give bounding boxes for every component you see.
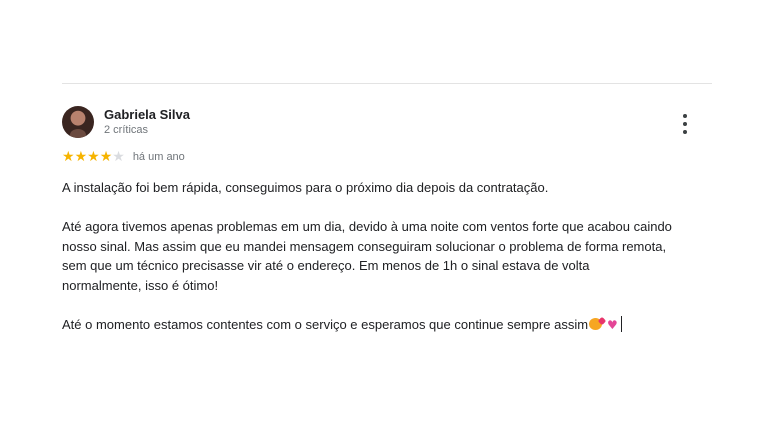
divider xyxy=(62,83,712,84)
menu-dot xyxy=(683,130,687,134)
avatar[interactable] xyxy=(62,106,94,138)
review-paragraph: Até agora tivemos apenas problemas em um… xyxy=(62,219,672,293)
star-icon: ★ xyxy=(62,149,75,165)
star-rating: ★ ★ ★ ★ ★ há um ano xyxy=(62,149,185,165)
review-text: A instalação foi bem rápida, conseguimos… xyxy=(62,178,672,336)
star-icon: ★ xyxy=(87,149,100,165)
menu-dot xyxy=(683,122,687,126)
review-paragraph-text: Até o momento estamos contentes com o se… xyxy=(62,317,589,333)
menu-dot xyxy=(683,114,687,118)
smiling-face-with-hearts-emoji-icon xyxy=(589,318,603,331)
pink-heart-emoji-icon: ♥ xyxy=(607,318,618,333)
star-icon: ★ xyxy=(112,149,125,165)
review-paragraph: A instalação foi bem rápida, conseguimos… xyxy=(62,180,549,195)
more-vert-icon[interactable] xyxy=(678,114,692,134)
review-paragraph-last: Até o momento estamos contentes com o se… xyxy=(62,315,672,336)
reviewer-name[interactable]: Gabriela Silva xyxy=(104,107,190,122)
review-date: há um ano xyxy=(132,151,185,163)
text-cursor xyxy=(620,316,622,333)
star-icon: ★ xyxy=(74,149,88,165)
star-icon: ★ xyxy=(99,149,113,165)
reviewer-review-count: 2 críticas xyxy=(104,124,149,136)
